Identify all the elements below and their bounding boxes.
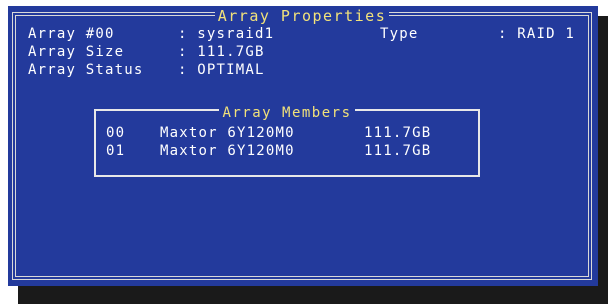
- member-row-model: Maxtor 6Y120M0: [160, 143, 295, 159]
- array-properties-panel: Array Properties Array #00 : sysraid1 Ty…: [8, 6, 598, 286]
- array-members-box: Array Members 00 Maxtor 6Y120M0 111.7GB …: [94, 105, 480, 177]
- type-label: Type: [380, 26, 419, 42]
- member-row-model: Maxtor 6Y120M0: [160, 125, 295, 141]
- member-row-index: 01: [106, 143, 126, 159]
- members-title: Array Members: [219, 105, 355, 121]
- member-row-size: 111.7GB: [364, 125, 432, 141]
- type-value: : RAID 1: [498, 26, 576, 42]
- array-id-label: Array #00: [28, 26, 115, 42]
- array-size-value: : 111.7GB: [178, 44, 265, 60]
- member-row-index: 00: [106, 125, 126, 141]
- member-row-size: 111.7GB: [364, 143, 432, 159]
- array-status-label: Array Status: [28, 62, 144, 78]
- bios-screen: Array Properties Array #00 : sysraid1 Ty…: [0, 0, 608, 304]
- array-size-label: Array Size: [28, 44, 125, 60]
- array-status-value: : OPTIMAL: [178, 62, 265, 78]
- panel-title-wrap: Array Properties: [16, 6, 588, 25]
- panel-title: Array Properties: [214, 7, 390, 25]
- array-name-value: : sysraid1: [178, 26, 275, 42]
- members-title-wrap: Array Members: [96, 102, 478, 121]
